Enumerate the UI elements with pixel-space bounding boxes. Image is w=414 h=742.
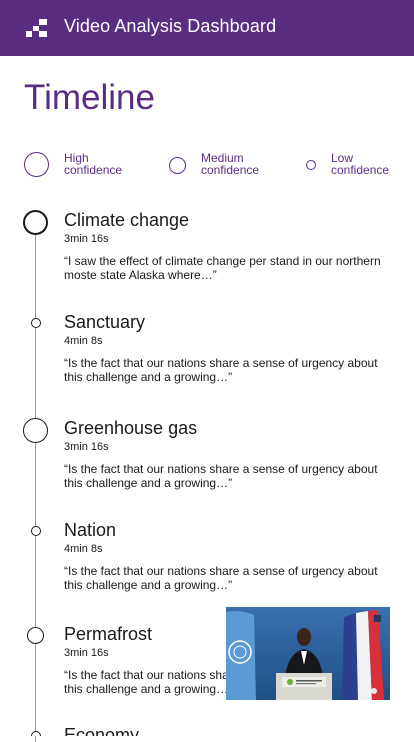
high-confidence-circle-icon — [24, 152, 49, 177]
timeline-item[interactable]: Greenhouse gas 3min 16s “Is the fact tha… — [0, 418, 414, 498]
legend-high-confidence: High confidence — [24, 150, 144, 180]
low-confidence-marker-icon — [31, 318, 41, 328]
grid-blocks-icon — [26, 19, 47, 37]
high-confidence-marker-icon — [23, 418, 48, 443]
high-confidence-marker-icon — [23, 210, 48, 235]
timeline-item-title: Greenhouse gas — [64, 418, 198, 438]
legend-medium-confidence: Medium confidence — [168, 150, 278, 180]
timeline-item-title: Permafrost — [64, 624, 153, 644]
timeline-item-title: Nation — [64, 520, 117, 540]
page-title: Timeline — [24, 78, 155, 117]
timeline-item[interactable]: Economy — [0, 724, 414, 736]
timeline-item-quote: “Is the fact that our nations share a se… — [64, 356, 378, 384]
timeline-item-title: Economy — [64, 725, 140, 736]
app-header: Video Analysis Dashboard — [0, 0, 414, 56]
legend-label-line2: confidence — [64, 163, 123, 177]
timeline-item[interactable]: Climate change 3min 16s “I saw the effec… — [0, 210, 414, 290]
timeline-item-title: Sanctuary — [64, 312, 146, 332]
timeline-item-title: Climate change — [64, 210, 190, 230]
app-title: Video Analysis Dashboard — [64, 16, 277, 36]
video-frame-image — [226, 607, 390, 700]
legend-label-line2: confidence — [331, 163, 390, 177]
timeline-item-time: 3min 16s — [64, 441, 109, 453]
timeline-item-quote: “Is the fact that our nations share a se… — [64, 564, 378, 592]
timeline-item[interactable]: Nation 4min 8s “Is the fact that our nat… — [0, 520, 414, 600]
low-confidence-circle-icon — [306, 160, 316, 170]
timeline-item-time: 4min 8s — [64, 543, 103, 555]
low-confidence-marker-icon — [31, 731, 41, 736]
timeline-item-time: 4min 8s — [64, 335, 103, 347]
medium-confidence-circle-icon — [169, 157, 186, 174]
legend-label-line2: confidence — [201, 163, 260, 177]
timeline-item[interactable]: Sanctuary 4min 8s “Is the fact that our … — [0, 312, 414, 392]
timeline-item-quote: “I saw the effect of climate change per … — [64, 254, 381, 282]
timeline-item-quote: “Is the fact that our nations share a se… — [64, 462, 378, 490]
legend-low-confidence: Low confidence — [304, 150, 410, 180]
timeline-item-time: 3min 16s — [64, 647, 109, 659]
medium-confidence-marker-icon — [27, 627, 44, 644]
timeline-item-time: 3min 16s — [64, 233, 109, 245]
video-thumbnail[interactable] — [226, 607, 390, 700]
low-confidence-marker-icon — [31, 526, 41, 536]
